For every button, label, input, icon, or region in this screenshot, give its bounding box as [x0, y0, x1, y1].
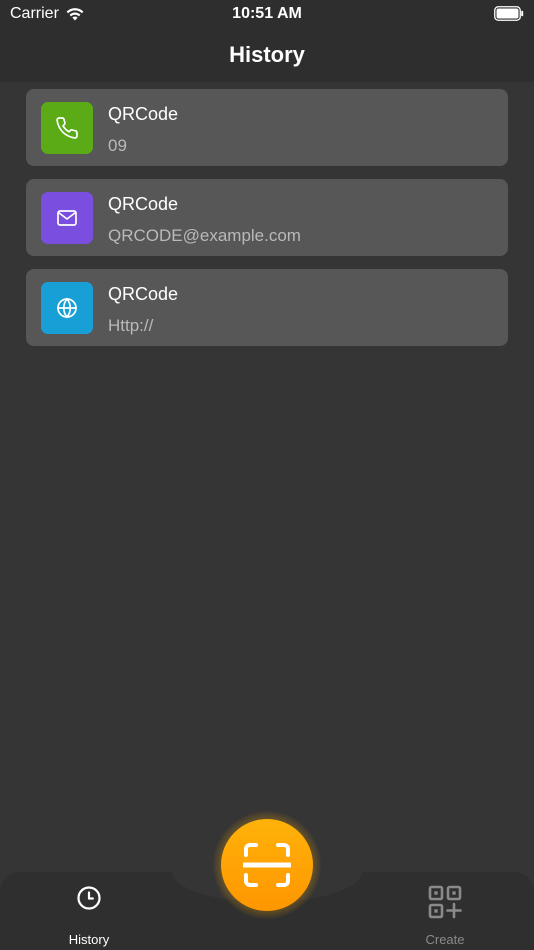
history-item-email[interactable]: QRCode QRCODE@example.com	[26, 179, 508, 256]
page-title: History	[229, 42, 305, 67]
battery-full-icon	[494, 6, 524, 21]
history-item-subtitle: QRCODE@example.com	[108, 226, 301, 245]
tab-create[interactable]: Create	[396, 885, 494, 950]
clock-icon	[77, 886, 101, 910]
history-list: QRCode 09 QRCode QRCODE@example.com QRCo…	[26, 89, 508, 359]
history-item-subtitle: Http://	[108, 316, 154, 335]
mail-icon	[41, 192, 93, 244]
navigation-bar: History	[0, 30, 534, 82]
history-item-title: QRCode	[108, 284, 179, 304]
history-item-subtitle: 09	[108, 136, 127, 155]
tab-create-label: Create	[425, 932, 465, 947]
globe-icon	[41, 282, 93, 334]
status-bar: Carrier 10:51 AM	[0, 0, 534, 30]
status-time: 10:51 AM	[232, 5, 302, 22]
wifi-icon	[66, 8, 84, 21]
qr-add-icon	[428, 885, 462, 919]
history-item-url[interactable]: QRCode Http://	[26, 269, 508, 346]
tab-history[interactable]: History	[40, 885, 138, 950]
history-item-title: QRCode	[108, 104, 179, 124]
history-item-phone[interactable]: QRCode 09	[26, 89, 508, 166]
phone-icon	[41, 102, 93, 154]
carrier-label: Carrier	[10, 5, 59, 22]
history-item-title: QRCode	[108, 194, 179, 214]
scan-button[interactable]	[221, 819, 313, 911]
app-screen: Carrier 10:51 AM History QRCode 09 QRCod…	[0, 0, 534, 950]
tab-history-label: History	[68, 932, 110, 947]
scan-icon	[243, 843, 291, 887]
